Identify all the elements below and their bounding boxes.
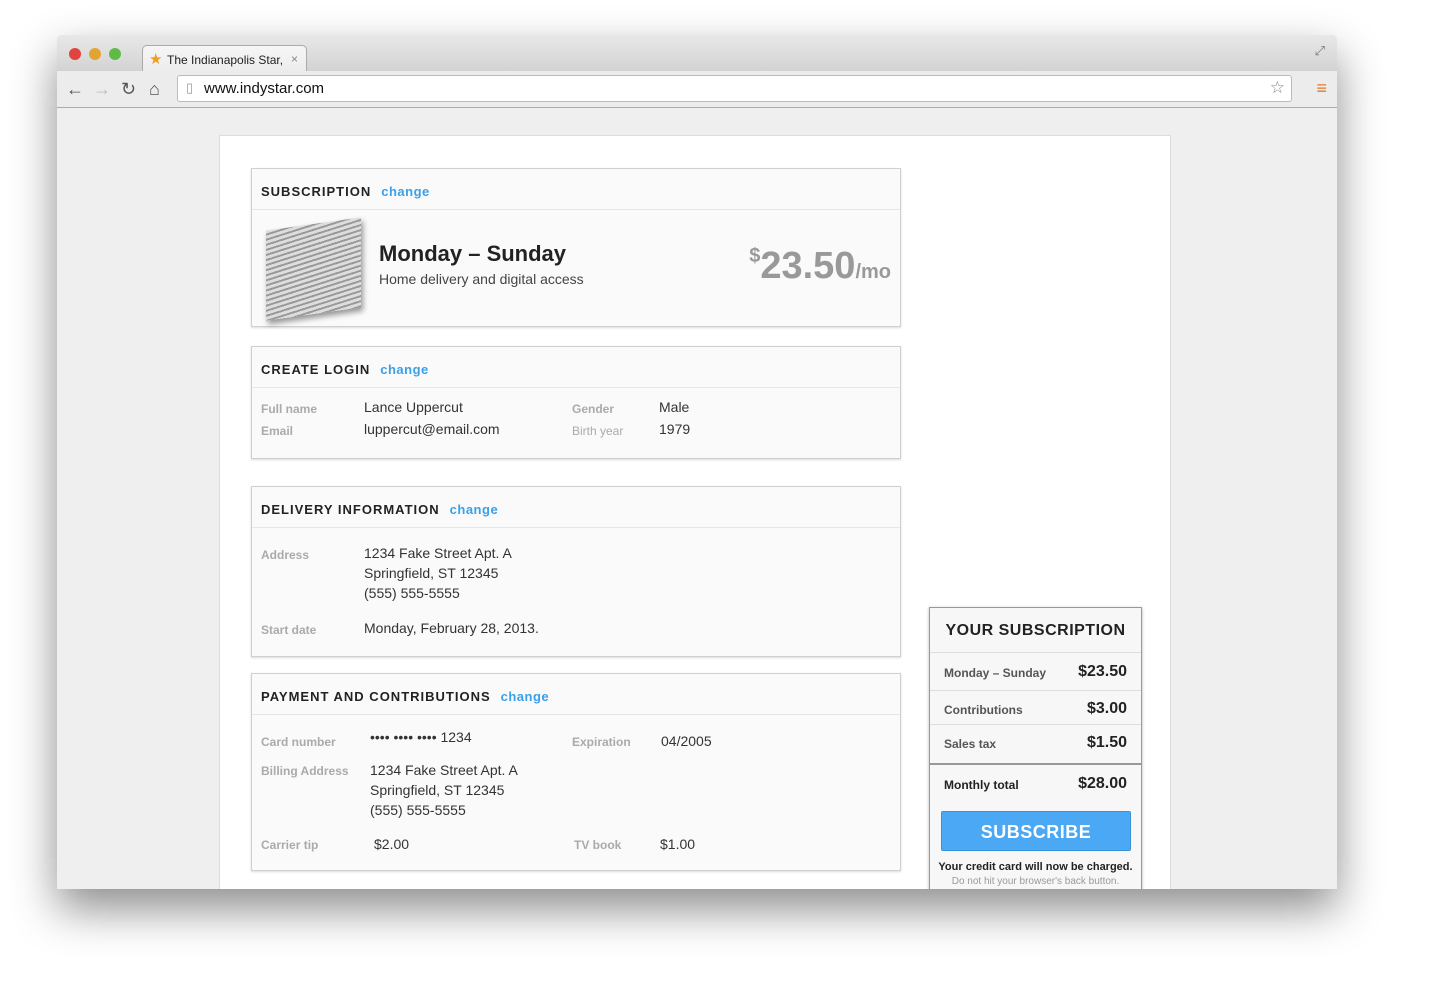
gender-label: Gender: [572, 402, 615, 416]
summary-total: Monthly total $28.00: [944, 775, 1127, 792]
plan-price: $23.50/mo: [749, 245, 891, 287]
summary-title: YOUR SUBSCRIPTION: [930, 608, 1141, 653]
create-login-section: CREATE LOGIN change Full name Lance Upper…: [251, 346, 901, 459]
star-favicon-icon: ★: [149, 51, 163, 68]
charge-warning: Your credit card will now be charged.: [938, 861, 1133, 873]
carrier-tip-value: $2.00: [374, 836, 410, 852]
tv-book-value: $1.00: [660, 836, 696, 852]
change-link[interactable]: change: [380, 362, 429, 377]
change-link[interactable]: change: [381, 184, 430, 199]
subscription-summary: YOUR SUBSCRIPTION Monday – Sunday $23.50 …: [929, 607, 1142, 889]
full-name-label: Full name: [261, 402, 318, 416]
section-title: DELIVERY INFORMATION: [261, 502, 440, 517]
plan-name: Monday – Sunday: [379, 241, 567, 266]
delivery-section: DELIVERY INFORMATION change Address 1234 …: [251, 486, 901, 657]
address-line: Springfield, ST 12345: [364, 565, 499, 581]
expiration-value: 04/2005: [661, 733, 712, 749]
summary-row: Sales tax $1.50: [930, 725, 1141, 765]
bookmark-star-icon[interactable]: ☆: [1270, 78, 1285, 98]
address-line: (555) 555-5555: [364, 585, 460, 601]
zoom-window-button[interactable]: [109, 48, 121, 60]
title-bar: ★ The Indianapolis Star, × ⤢: [57, 35, 1337, 72]
reload-icon[interactable]: ↻: [121, 79, 136, 100]
back-icon[interactable]: ←: [66, 79, 84, 100]
birth-year-value: 1979: [659, 421, 691, 437]
billing-line: 1234 Fake Street Apt. A: [370, 762, 518, 778]
plan-description: Home delivery and digital access: [379, 271, 584, 287]
card-number-value: •••• •••• •••• 1234: [370, 729, 472, 745]
birth-year-label: Birth year: [572, 424, 624, 438]
tv-book-label: TV book: [574, 838, 622, 852]
billing-address-label: Billing Address: [261, 764, 349, 778]
section-title: SUBSCRIPTION: [261, 184, 372, 199]
url-text: www.indystar.com: [204, 80, 325, 97]
page-icon: ▯: [186, 80, 194, 95]
email-value: luppercut@email.com: [364, 421, 500, 437]
carrier-tip-label: Carrier tip: [261, 838, 319, 852]
change-link[interactable]: change: [501, 689, 550, 704]
address-bar[interactable]: ▯ www.indystar.com ☆: [177, 75, 1292, 102]
subscription-section: SUBSCRIPTION change Monday – Sunday Home …: [251, 168, 901, 327]
email-label: Email: [261, 424, 294, 438]
summary-row: Contributions $3.00: [930, 691, 1141, 725]
full-name-value: Lance Uppercut: [364, 399, 463, 415]
expiration-label: Expiration: [572, 735, 631, 749]
tab-title: The Indianapolis Star,: [167, 53, 284, 67]
address-line: 1234 Fake Street Apt. A: [364, 545, 512, 561]
section-title: CREATE LOGIN: [261, 362, 371, 377]
card-number-label: Card number: [261, 735, 336, 749]
section-title: PAYMENT AND CONTRIBUTIONS: [261, 689, 491, 704]
close-tab-icon[interactable]: ×: [291, 52, 298, 66]
menu-icon[interactable]: ≡: [1316, 78, 1327, 99]
fullscreen-icon[interactable]: ⤢: [1315, 43, 1325, 59]
page-content: SUBSCRIPTION change Monday – Sunday Home …: [57, 108, 1337, 889]
browser-window: ★ The Indianapolis Star, × ⤢ ← → ↻ ⌂ ▯ w…: [57, 35, 1337, 889]
browser-toolbar: ← → ↻ ⌂ ▯ www.indystar.com ☆ ≡: [57, 71, 1337, 108]
start-date-value: Monday, February 28, 2013.: [364, 620, 539, 636]
newspaper-stack-image: [266, 217, 361, 321]
subscribe-button[interactable]: SUBSCRIBE: [941, 811, 1131, 851]
browser-tab[interactable]: ★ The Indianapolis Star, ×: [142, 45, 307, 72]
gender-value: Male: [659, 399, 690, 415]
checkout-card: SUBSCRIPTION change Monday – Sunday Home …: [219, 135, 1171, 889]
billing-line: Springfield, ST 12345: [370, 782, 505, 798]
close-window-button[interactable]: [69, 48, 81, 60]
home-icon[interactable]: ⌂: [149, 79, 160, 100]
forward-icon[interactable]: →: [93, 79, 111, 100]
back-button-note: Do not hit your browser's back button.: [951, 876, 1120, 887]
change-link[interactable]: change: [450, 502, 499, 517]
billing-line: (555) 555-5555: [370, 802, 466, 818]
start-date-label: Start date: [261, 623, 317, 637]
address-label: Address: [261, 548, 310, 562]
summary-row: Monday – Sunday $23.50: [930, 653, 1141, 691]
payment-section: PAYMENT AND CONTRIBUTIONS change Card num…: [251, 673, 901, 871]
minimize-window-button[interactable]: [89, 48, 101, 60]
